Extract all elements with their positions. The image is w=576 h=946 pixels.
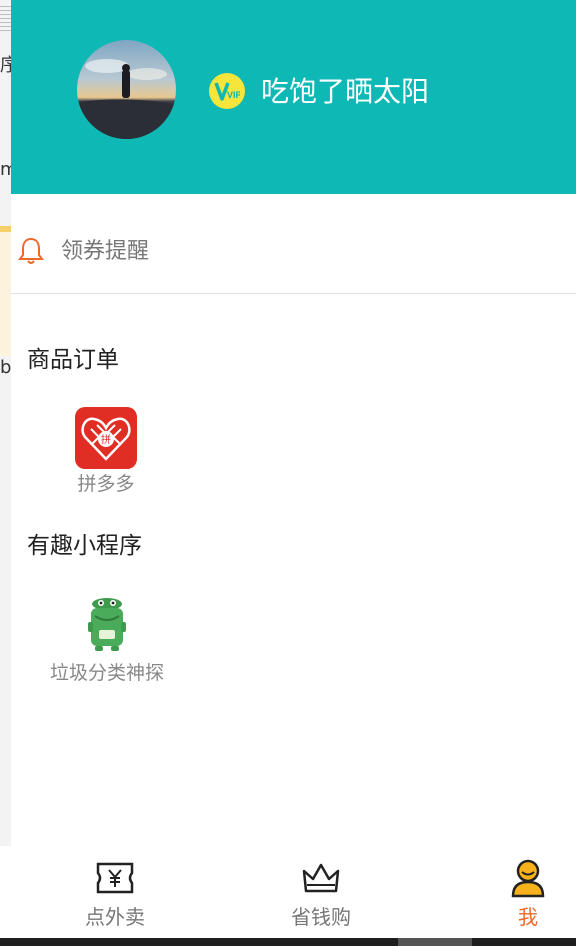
- app-name: 拼多多: [77, 473, 135, 495]
- bottom-scroll-thumb: [398, 938, 472, 946]
- background-text-fragment: 序: [0, 55, 11, 76]
- avatar[interactable]: [77, 40, 176, 139]
- section-title-mini-programs: 有趣小程序: [27, 533, 142, 559]
- avatar-photo: [77, 59, 176, 139]
- app-name: 垃圾分类神探: [49, 662, 164, 684]
- bottom-edge-bar: [0, 938, 576, 946]
- tab-label: 点外卖: [85, 905, 145, 929]
- tab-save-money[interactable]: 省钱购: [246, 856, 396, 932]
- svg-text:VIP: VIP: [227, 90, 240, 100]
- coupon-reminder-label: 领券提醒: [61, 239, 150, 264]
- background-text-fragment: m: [0, 159, 11, 180]
- background-page-sliver: 序 m b: [0, 0, 11, 946]
- svg-text:拼: 拼: [101, 433, 111, 446]
- bell-icon: [18, 237, 44, 264]
- tab-takeout[interactable]: 点外卖: [40, 856, 190, 932]
- pinduoduo-icon: 拼: [75, 407, 137, 469]
- tab-label: 我: [518, 905, 538, 929]
- user-icon: [511, 859, 545, 898]
- background-stripe: [0, 6, 11, 32]
- tab-me[interactable]: 我: [453, 856, 576, 932]
- coupon-reminder-row[interactable]: 领券提醒: [11, 212, 576, 294]
- trash-can-icon: [88, 598, 126, 651]
- profile-header: VIP 吃饱了晒太阳: [11, 0, 576, 194]
- bottom-tab-bar: 点外卖 省钱购 我: [0, 846, 576, 940]
- ticket-yen-icon: [96, 862, 134, 894]
- crown-icon: [302, 863, 340, 893]
- app-tile-pinduoduo[interactable]: 拼 拼多多: [58, 407, 154, 497]
- vip-badge-icon: VIP: [209, 73, 245, 109]
- username: 吃饱了晒太阳: [261, 75, 430, 108]
- app-tile-garbage-sorting[interactable]: 垃圾分类神探: [40, 596, 174, 686]
- section-title-orders: 商品订单: [27, 347, 119, 373]
- tab-label: 省钱购: [291, 905, 351, 929]
- background-card: [0, 226, 11, 356]
- background-text-fragment: b: [0, 357, 11, 378]
